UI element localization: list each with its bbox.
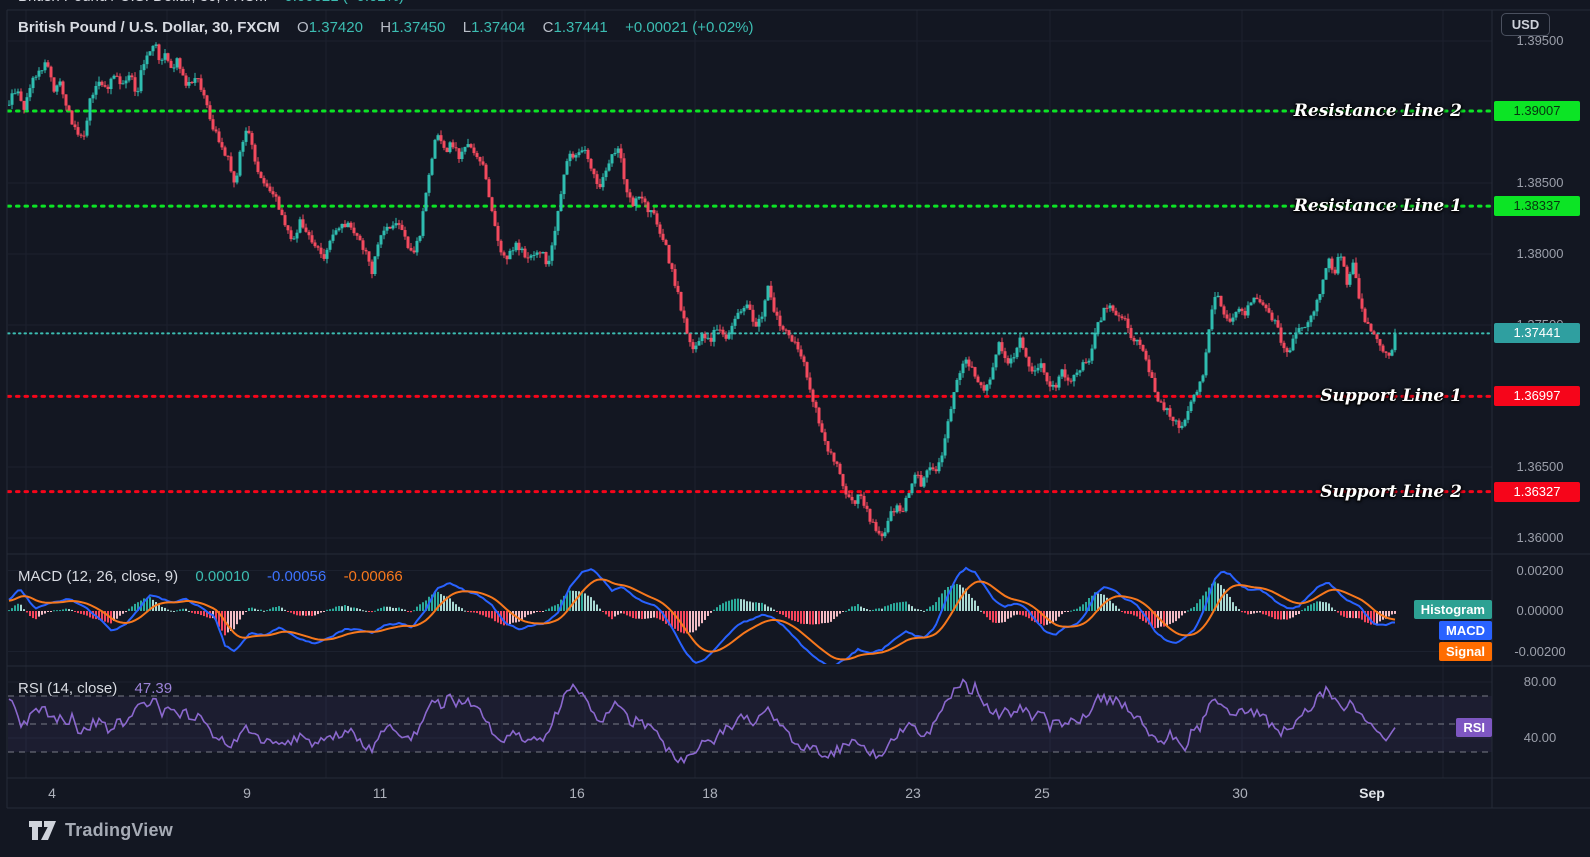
tradingview-chart-app: British Pound / U.S. Dollar, 30, FXCM +0… [0, 0, 1590, 857]
macd-axis-tick: 0.00200 [1516, 562, 1564, 578]
rsi-title[interactable]: RSI (14, close) [18, 680, 117, 697]
time-axis-label: 4 [48, 785, 56, 801]
resistance-line-label[interactable]: Resistance Line 2 [1162, 100, 1462, 122]
signal-series-label: Signal [1438, 642, 1492, 661]
currency-toggle-button[interactable]: USD [1501, 13, 1550, 36]
macd-line-value: -0.00056 [267, 568, 327, 585]
open-label: O [297, 19, 309, 36]
time-axis-label: 11 [372, 785, 388, 801]
price-axis-tick: 1.36000 [1516, 530, 1564, 545]
rsi-value: 47.39 [134, 680, 173, 697]
time-axis-label: 30 [1232, 785, 1248, 801]
low-value: 1.37404 [471, 19, 526, 36]
macd-series-label: MACD [1439, 621, 1492, 640]
support-line-label[interactable]: Support Line 2 [1162, 481, 1462, 503]
open-value: 1.37420 [308, 19, 363, 36]
rsi-series-label: RSI [1456, 718, 1492, 737]
high-value: 1.37450 [391, 19, 446, 36]
support-line-label[interactable]: Support Line 1 [1162, 385, 1462, 407]
macd-signal-value: -0.00066 [343, 568, 403, 585]
rsi-legend: RSI (14, close) 47.39 [18, 680, 172, 697]
macd-title[interactable]: MACD (12, 26, close, 9) [18, 568, 178, 585]
macd-axis-tick: 0.00000 [1516, 603, 1564, 618]
level-price-label: 1.36327 [1494, 481, 1580, 502]
macd-axis-tick: -0.00200 [1514, 643, 1566, 659]
close-value: 1.37441 [553, 19, 608, 36]
rsi-axis-tick: 80.00 [1523, 674, 1557, 689]
time-axis-label: 25 [1034, 785, 1050, 801]
histogram-series-label: Histogram [1413, 600, 1492, 619]
level-price-label: 1.38337 [1494, 196, 1580, 217]
time-axis-label: Sep [1359, 785, 1385, 801]
high-label: H [380, 19, 392, 36]
price-axis-tick: 1.36500 [1516, 459, 1564, 474]
low-label: L [462, 19, 472, 36]
price-axis-tick: 1.38000 [1516, 246, 1564, 261]
last-price-label: 1.37441 [1494, 323, 1580, 344]
price-legend: British Pound / U.S. Dollar, 30, FXCM O1… [18, 19, 754, 36]
time-axis-label: 23 [905, 785, 921, 801]
time-axis-label: 18 [702, 785, 718, 801]
rsi-axis-tick: 40.00 [1523, 730, 1557, 745]
chart-canvas[interactable] [0, 0, 1590, 857]
time-axis-label: 16 [569, 785, 585, 801]
level-price-label: 1.39007 [1494, 101, 1580, 121]
close-label: C [542, 19, 554, 36]
resistance-line-label[interactable]: Resistance Line 1 [1162, 195, 1462, 217]
symbol-title[interactable]: British Pound / U.S. Dollar, 30, FXCM [18, 19, 280, 36]
macd-hist-value: 0.00010 [195, 568, 250, 585]
change-value: +0.00021 (+0.02%) [625, 19, 754, 36]
level-price-label: 1.36997 [1494, 386, 1580, 407]
price-axis-tick: 1.38500 [1516, 175, 1564, 190]
macd-legend: MACD (12, 26, close, 9) 0.00010 -0.00056… [18, 568, 403, 585]
time-axis-label: 9 [243, 785, 251, 801]
